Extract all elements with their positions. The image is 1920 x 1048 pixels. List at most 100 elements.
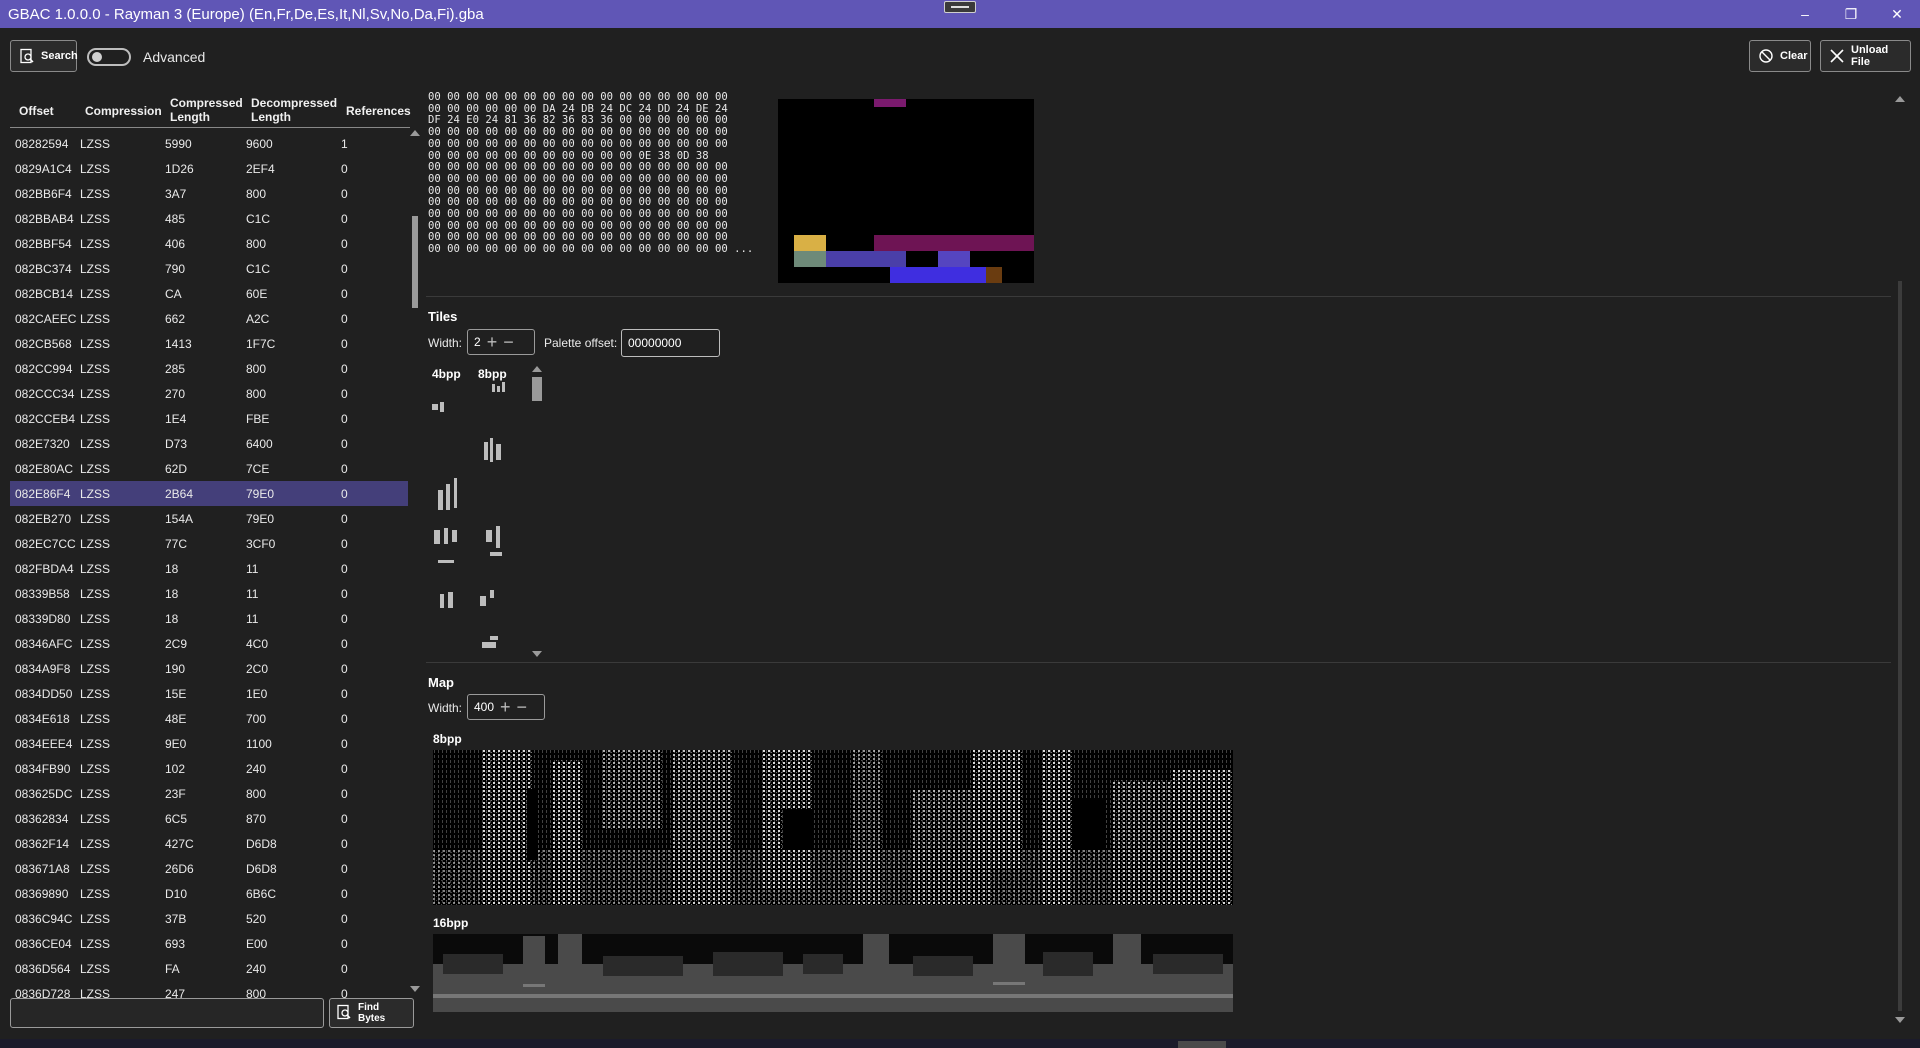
cell-decompressed-length: 1100	[246, 737, 272, 751]
map-width-label: Width:	[428, 701, 463, 715]
table-row[interactable]: 0834EEE4 LZSS 9E0 1100 0	[10, 731, 408, 756]
palette-offset-input[interactable]: 00000000	[621, 329, 720, 357]
list-scroll-thumb[interactable]	[412, 216, 418, 308]
scroll-down-icon[interactable]	[410, 986, 420, 992]
table-row[interactable]: 08339B58 LZSS 18 11 0	[10, 581, 408, 606]
cell-offset: 0836CE04	[15, 937, 72, 951]
table-row[interactable]: 082CAEEC LZSS 662 A2C 0	[10, 306, 408, 331]
table-row[interactable]: 08282594 LZSS 5990 9600 1	[10, 131, 408, 156]
cell-decompressed-length: 79E0	[246, 512, 275, 526]
table-row[interactable]: 0834FB90 LZSS 102 240 0	[10, 756, 408, 781]
cell-compression: LZSS	[80, 887, 111, 901]
table-row[interactable]: 083625DC LZSS 23F 800 0	[10, 781, 408, 806]
table-row[interactable]: 0829A1C4 LZSS 1D26 2EF4 0	[10, 156, 408, 181]
cell-decompressed-length: 9600	[246, 137, 273, 151]
table-row[interactable]: 082E86F4 LZSS 2B64 79E0 0	[10, 481, 408, 506]
tiles-scroll-thumb[interactable]	[532, 377, 542, 401]
clear-button-label: Clear	[1780, 50, 1808, 62]
tiles-width-stepper[interactable]: 2 + −	[467, 329, 535, 355]
table-row[interactable]: 08346AFC LZSS 2C9 4C0 0	[10, 631, 408, 656]
table-row[interactable]: 0834E618 LZSS 48E 700 0	[10, 706, 408, 731]
table-row[interactable]: 08362834 LZSS 6C5 870 0	[10, 806, 408, 831]
tiles-scroll-down-icon[interactable]	[532, 651, 542, 657]
table-row[interactable]: 08369890 LZSS D10 6B6C 0	[10, 881, 408, 906]
cell-compressed-length: 2C9	[165, 637, 188, 651]
cell-compression: LZSS	[80, 862, 111, 876]
tiles-scroll-up-icon[interactable]	[532, 366, 542, 372]
cell-decompressed-length: 2EF4	[246, 162, 275, 176]
col-decompressed-length-2: Length	[251, 110, 291, 124]
table-row[interactable]: 082BC374 LZSS 790 C1C 0	[10, 256, 408, 281]
table-row[interactable]: 0836D564 LZSS FA 240 0	[10, 956, 408, 981]
content-scrollbar[interactable]	[1894, 96, 1906, 1026]
minimize-button[interactable]: –	[1782, 0, 1828, 28]
cell-references: 0	[341, 312, 348, 326]
table-row[interactable]: 082BBAB4 LZSS 485 C1C 0	[10, 206, 408, 231]
table-row[interactable]: 082E80AC LZSS 62D 7CE 0	[10, 456, 408, 481]
col-compression[interactable]: Compression	[85, 104, 162, 118]
window-title: GBAC 1.0.0.0 - Rayman 3 (Europe) (En,Fr,…	[8, 5, 484, 23]
map-width-value[interactable]: 400	[474, 700, 494, 714]
cell-references: 0	[341, 187, 348, 201]
block-icon	[1758, 48, 1774, 64]
maximize-button[interactable]: ❐	[1828, 0, 1874, 28]
cell-offset: 08369890	[15, 887, 69, 901]
cell-references: 0	[341, 887, 348, 901]
content-scroll-up-icon[interactable]	[1895, 96, 1905, 102]
cell-offset: 082BBF54	[15, 237, 72, 251]
clear-button[interactable]: Clear	[1749, 40, 1811, 72]
cell-decompressed-length: 11	[246, 612, 259, 626]
minus-icon[interactable]: −	[503, 333, 514, 351]
col-references[interactable]: References	[346, 104, 411, 118]
table-row[interactable]: 0836C94C LZSS 37B 520 0	[10, 906, 408, 931]
table-row[interactable]: 082CB568 LZSS 1413 1F7C 0	[10, 331, 408, 356]
table-row[interactable]: 082CC994 LZSS 285 800 0	[10, 356, 408, 381]
advanced-toggle[interactable]	[87, 48, 131, 66]
table-row[interactable]: 082BBF54 LZSS 406 800 0	[10, 231, 408, 256]
col-offset[interactable]: Offset	[19, 104, 54, 118]
table-row[interactable]: 082CCEB4 LZSS 1E4 FBE 0	[10, 406, 408, 431]
cell-references: 0	[341, 162, 348, 176]
table-row[interactable]: 08362F14 LZSS 427C D6D8 0	[10, 831, 408, 856]
tiles-width-value[interactable]: 2	[474, 335, 481, 349]
close-button[interactable]: ✕	[1874, 0, 1920, 28]
col-decompressed-length-1[interactable]: Decompressed	[251, 96, 337, 110]
map-width-stepper[interactable]: 400 + −	[467, 694, 545, 720]
table-row[interactable]: 082BCB14 LZSS CA 60E 0	[10, 281, 408, 306]
table-row[interactable]: 0836CE04 LZSS 693 E00 0	[10, 931, 408, 956]
search-button[interactable]: Search	[10, 40, 78, 72]
cell-offset: 0834E618	[15, 712, 70, 726]
col-compressed-length-1[interactable]: Compressed	[170, 96, 243, 110]
content-scroll-thumb[interactable]	[1898, 281, 1902, 1011]
unload-file-label: Unload File	[1851, 44, 1889, 68]
table-row[interactable]: 082FBDA4 LZSS 18 11 0	[10, 556, 408, 581]
table-row[interactable]: 08339D80 LZSS 18 11 0	[10, 606, 408, 631]
snap-grip-handle[interactable]	[944, 1, 976, 13]
plus-icon[interactable]: +	[500, 698, 511, 716]
compressed-list-panel: Offset Compression Compressed Length Dec…	[0, 84, 425, 1048]
find-bytes-input[interactable]	[10, 998, 324, 1028]
table-row[interactable]: 0834DD50 LZSS 15E 1E0 0	[10, 681, 408, 706]
scroll-up-icon[interactable]	[410, 130, 420, 136]
table-row[interactable]: 0834A9F8 LZSS 190 2C0 0	[10, 656, 408, 681]
cell-offset: 082FBDA4	[15, 562, 74, 576]
cell-offset: 0836D564	[15, 962, 71, 976]
cell-references: 0	[341, 262, 348, 276]
content-scroll-down-icon[interactable]	[1895, 1017, 1905, 1023]
table-row[interactable]: 082EC7CC LZSS 77C 3CF0 0	[10, 531, 408, 556]
horizontal-scroll-thumb[interactable]	[1178, 1041, 1226, 1048]
table-row[interactable]: 083671A8 LZSS 26D6 D6D8 0	[10, 856, 408, 881]
cell-compression: LZSS	[80, 487, 111, 501]
cell-compressed-length: 3A7	[165, 187, 187, 201]
find-bytes-button[interactable]: Find Bytes	[329, 998, 414, 1028]
table-row[interactable]: 082BB6F4 LZSS 3A7 800 0	[10, 181, 408, 206]
table-row[interactable]: 082EB270 LZSS 154A 79E0 0	[10, 506, 408, 531]
table-row[interactable]: 082E7320 LZSS D73 6400 0	[10, 431, 408, 456]
cell-offset: 0836C94C	[15, 912, 73, 926]
minus-icon[interactable]: −	[517, 698, 528, 716]
unload-file-button[interactable]: Unload File	[1820, 40, 1911, 72]
table-row[interactable]: 082CCC34 LZSS 270 800 0	[10, 381, 408, 406]
list-scrollbar[interactable]	[410, 130, 420, 992]
plus-icon[interactable]: +	[487, 333, 498, 351]
horizontal-scrollbar[interactable]	[0, 1039, 1920, 1048]
